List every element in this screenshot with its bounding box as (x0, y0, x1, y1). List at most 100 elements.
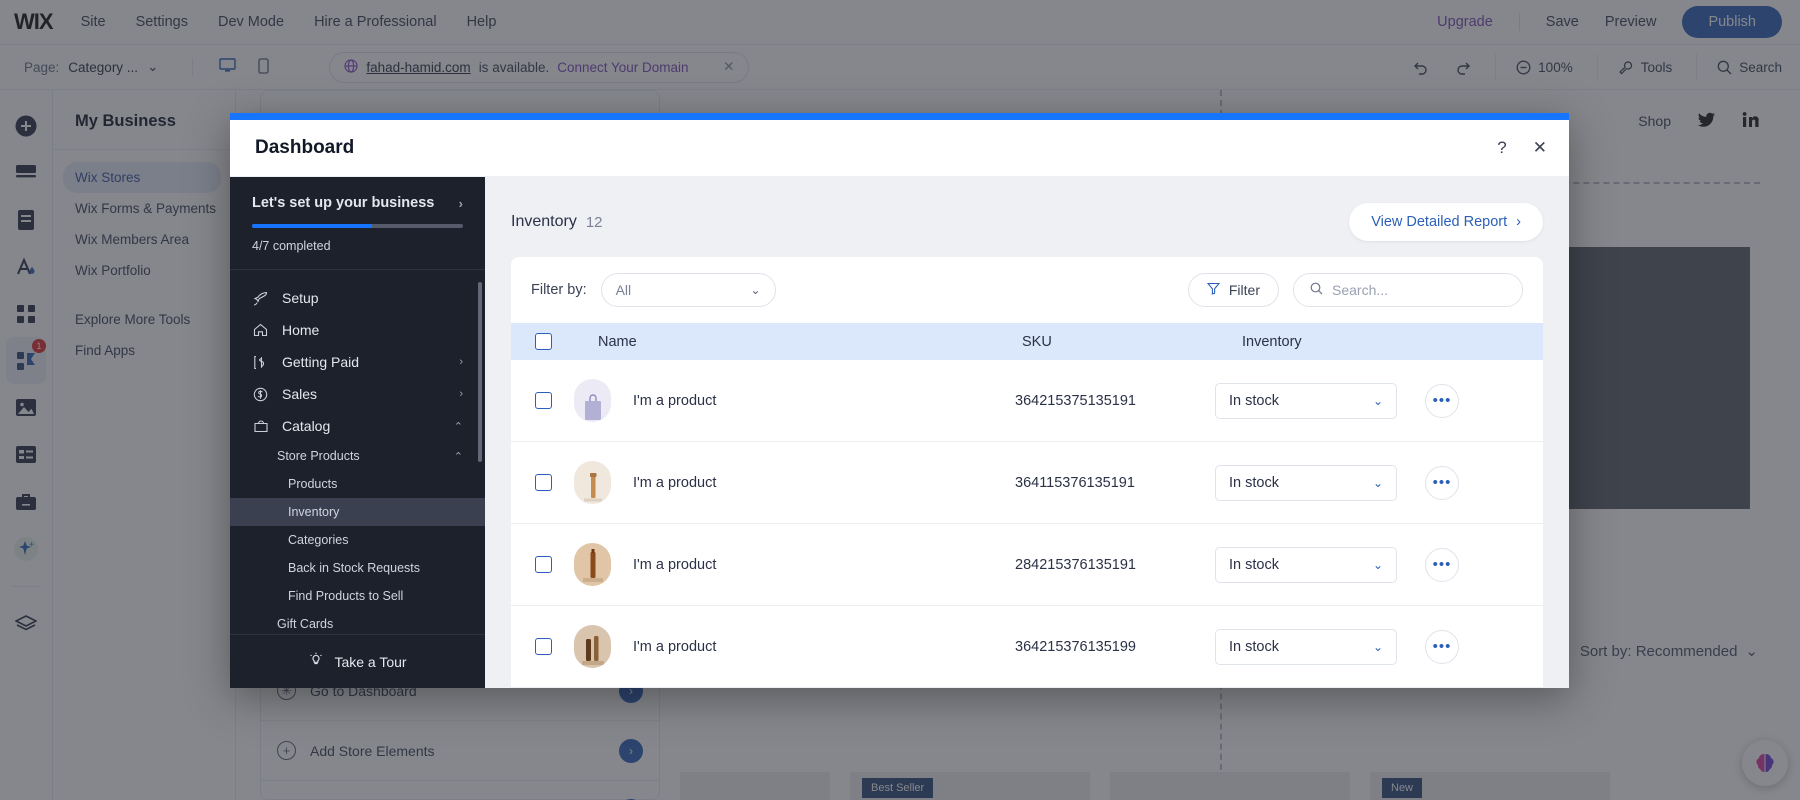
view-detailed-report-button[interactable]: View Detailed Report › (1349, 203, 1543, 241)
close-icon[interactable]: ✕ (1533, 138, 1547, 158)
row-checkbox[interactable] (535, 556, 552, 573)
search-input[interactable]: Search... (1293, 273, 1523, 307)
stock-status-value: In stock (1229, 475, 1279, 491)
nav-item-catalog[interactable]: Catalog ⌃ (230, 410, 485, 442)
nav-group-store-products[interactable]: Store Products ⌃ (230, 442, 485, 470)
chevron-down-icon: ⌄ (1373, 640, 1383, 654)
stock-status-select[interactable]: In stock ⌄ (1215, 547, 1397, 583)
home-icon (252, 323, 269, 337)
filter-button-label: Filter (1229, 282, 1260, 298)
nav-sub-categories[interactable]: Categories (230, 526, 485, 554)
row-more-actions-button[interactable]: ••• (1425, 548, 1459, 582)
table-row[interactable]: I'm a product 364215376135199 In stock ⌄… (511, 606, 1543, 688)
stock-status-select[interactable]: In stock ⌄ (1215, 629, 1397, 665)
nav-item-label: Getting Paid (282, 354, 359, 370)
nav-item-setup[interactable]: Setup (230, 282, 485, 314)
chevron-up-icon: ⌃ (454, 420, 463, 433)
nav-item-label: Home (282, 322, 319, 338)
inventory-header: Inventory 12 View Detailed Report › (511, 199, 1543, 245)
column-header-sku[interactable]: SKU (1022, 334, 1242, 350)
nav-sub-products[interactable]: Products (230, 470, 485, 498)
product-sku: 364115376135191 (1015, 475, 1215, 491)
setup-progress-label: 4/7 completed (252, 239, 463, 253)
product-thumbnail (574, 379, 611, 422)
nav-item-label: Catalog (282, 418, 330, 434)
inventory-filter-bar: Filter by: All ⌄ Filter (511, 257, 1543, 323)
stock-status-value: In stock (1229, 393, 1279, 409)
product-name: I'm a product (633, 393, 1015, 409)
table-row[interactable]: I'm a product 364115376135191 In stock ⌄… (511, 442, 1543, 524)
product-thumbnail (574, 543, 611, 586)
nav-item-sales[interactable]: Sales › (230, 378, 485, 410)
nav-item-label: Sales (282, 386, 317, 402)
setup-title-row: Let's set up your business › (252, 195, 463, 211)
product-sku: 284215376135191 (1015, 557, 1215, 573)
inventory-count: 12 (586, 214, 603, 231)
table-row[interactable]: I'm a product 284215376135191 In stock ⌄… (511, 524, 1543, 606)
filter-button[interactable]: Filter (1188, 273, 1279, 307)
report-label: View Detailed Report (1371, 214, 1507, 230)
table-row[interactable]: I'm a product 364215375135191 In stock ⌄… (511, 360, 1543, 442)
nav-group-gift-cards[interactable]: Gift Cards (230, 610, 485, 636)
product-thumbnail (574, 461, 611, 504)
row-checkbox[interactable] (535, 392, 552, 409)
row-checkbox[interactable] (535, 638, 552, 655)
inventory-table-header: Name SKU Inventory (511, 323, 1543, 360)
filter-by-label: Filter by: (531, 282, 587, 298)
chevron-right-icon: › (1516, 214, 1521, 230)
nav-sub-back-in-stock-requests[interactable]: Back in Stock Requests (230, 554, 485, 582)
row-more-actions-button[interactable]: ••• (1425, 384, 1459, 418)
chevron-down-icon: ⌄ (1373, 476, 1383, 490)
product-name: I'm a product (633, 639, 1015, 655)
row-checkbox[interactable] (535, 474, 552, 491)
row-more-actions-button[interactable]: ••• (1425, 466, 1459, 500)
modal-header: Dashboard ? ✕ (230, 120, 1569, 177)
modal-header-actions: ? ✕ (1497, 138, 1547, 158)
search-icon (1310, 282, 1323, 298)
inventory-card: Filter by: All ⌄ Filter (511, 257, 1543, 688)
stock-status-select[interactable]: In stock ⌄ (1215, 465, 1397, 501)
nav-sub-inventory[interactable]: Inventory (230, 498, 485, 526)
column-header-inventory[interactable]: Inventory (1242, 334, 1519, 350)
search-placeholder: Search... (1332, 282, 1388, 298)
rocket-icon (252, 291, 269, 306)
product-thumbnail (574, 625, 611, 668)
screen: WIX Site Settings Dev Mode Hire a Profes… (0, 0, 1800, 800)
catalog-icon (252, 419, 269, 434)
nav-group-label: Store Products (277, 449, 360, 463)
dashboard-modal: Dashboard ? ✕ Let's set up your business… (230, 113, 1569, 688)
chevron-right-icon: › (459, 388, 463, 400)
modal-body: Let's set up your business › 4/7 complet… (230, 177, 1569, 688)
stock-status-select[interactable]: In stock ⌄ (1215, 383, 1397, 419)
dollar-icon (252, 387, 269, 402)
nav-sub-find-products-to-sell[interactable]: Find Products to Sell (230, 582, 485, 610)
filter-by-value: All (616, 282, 632, 298)
dashboard-sidebar: Let's set up your business › 4/7 complet… (230, 177, 485, 688)
question-mark-icon[interactable]: ? (1497, 138, 1506, 158)
product-sku: 364215376135199 (1015, 639, 1215, 655)
modal-accent-bar (230, 113, 1569, 120)
nav-item-label: Setup (282, 290, 319, 306)
setup-progress-card[interactable]: Let's set up your business › 4/7 complet… (230, 177, 485, 270)
take-a-tour-button[interactable]: Take a Tour (230, 634, 485, 688)
select-all-checkbox[interactable] (535, 333, 552, 350)
chevron-down-icon: ⌄ (1373, 558, 1383, 572)
product-name: I'm a product (633, 557, 1015, 573)
row-more-actions-button[interactable]: ••• (1425, 630, 1459, 664)
chevron-right-icon: › (459, 196, 463, 211)
sidebar-scrollbar[interactable] (478, 282, 482, 462)
stock-status-value: In stock (1229, 639, 1279, 655)
nav-item-home[interactable]: Home (230, 314, 485, 346)
nav-item-getting-paid[interactable]: Getting Paid › (230, 346, 485, 378)
column-header-name[interactable]: Name (552, 334, 1022, 350)
setup-progress-bar (252, 224, 463, 228)
lightbulb-icon (308, 652, 324, 671)
dashboard-nav-list: Setup Home Getting Paid › (230, 270, 485, 636)
chevron-down-icon: ⌄ (1373, 394, 1383, 408)
product-sku: 364215375135191 (1015, 393, 1215, 409)
product-name: I'm a product (633, 475, 1015, 491)
chevron-up-icon: ⌃ (454, 450, 463, 463)
nav-group-label: Gift Cards (277, 617, 333, 631)
filter-by-select[interactable]: All ⌄ (601, 273, 776, 307)
page-title: Inventory (511, 213, 577, 231)
